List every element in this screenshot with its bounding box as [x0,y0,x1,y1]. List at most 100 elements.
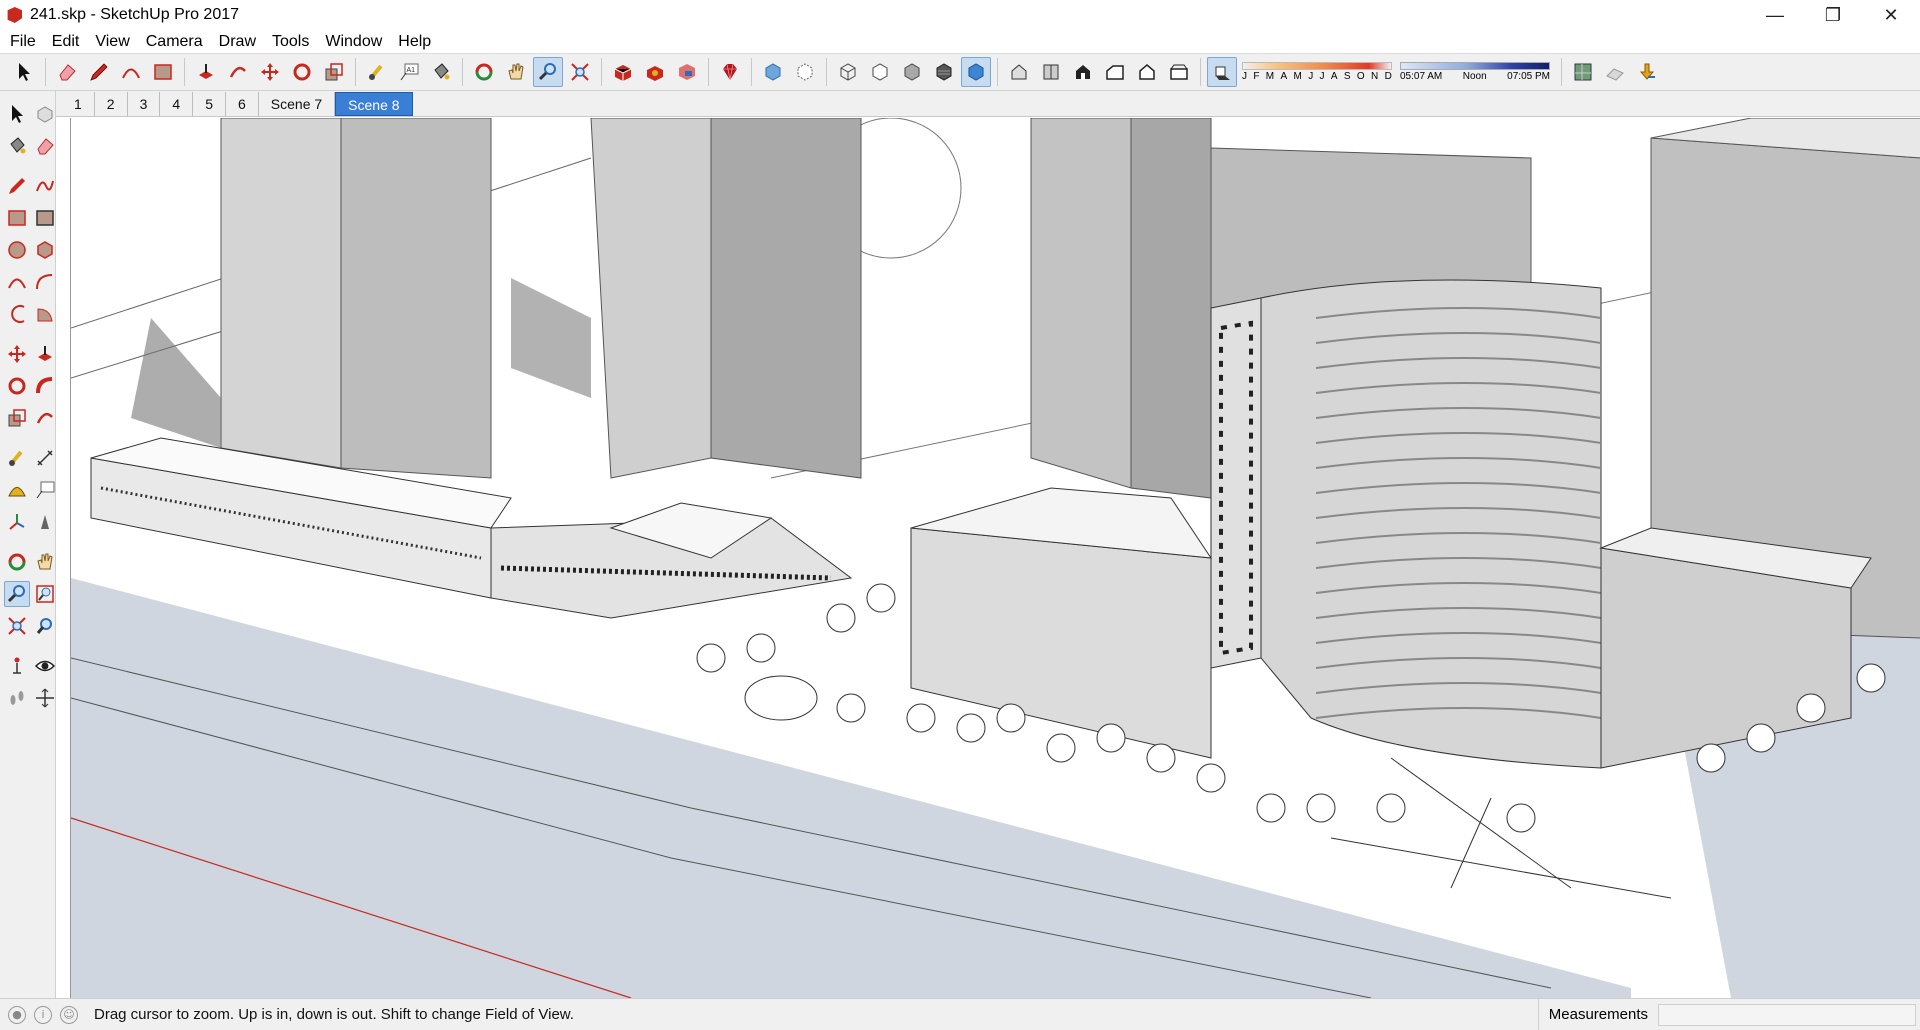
palette-line-button[interactable] [4,173,30,199]
palette-axes-button[interactable] [4,509,30,535]
geolocation-icon[interactable]: ● [8,1005,26,1024]
palette-text-button[interactable] [32,477,58,503]
top-view-button[interactable] [1036,57,1066,87]
palette-walk-button[interactable] [4,685,30,711]
menu-view[interactable]: View [87,30,137,53]
menu-camera[interactable]: Camera [138,30,211,53]
menu-draw[interactable]: Draw [211,30,264,53]
palette-protractor-button[interactable] [4,477,30,503]
menu-edit[interactable]: Edit [44,30,88,53]
back-edges-button[interactable] [790,57,820,87]
pan-tool-button[interactable] [501,57,531,87]
model-viewport[interactable] [70,118,1920,998]
palette-section-plane-button[interactable] [32,685,58,711]
eraser-tool-button[interactable] [52,57,82,87]
palette-position-camera-button[interactable] [4,653,30,679]
xray-button[interactable] [758,57,788,87]
palette-polygon-button[interactable] [32,237,58,263]
palette-move-button[interactable] [4,341,30,367]
menu-window[interactable]: Window [317,30,390,53]
restore-button[interactable]: ❐ [1804,0,1862,30]
right-view-button[interactable] [1100,57,1130,87]
palette-component-button[interactable] [32,101,58,127]
shadow-time-slider[interactable]: 05:07 AM Noon 07:05 PM [1400,57,1550,87]
palette-eraser-button[interactable] [32,133,58,159]
scale-tool-button[interactable] [319,57,349,87]
close-button[interactable]: ✕ [1862,0,1920,30]
palette-3point-arc-button[interactable] [4,301,30,327]
palette-3dtext-button[interactable] [32,509,58,535]
palette-select-button[interactable] [4,101,30,127]
shaded-button[interactable] [897,57,927,87]
menu-help[interactable]: Help [390,30,439,53]
palette-zoom-extents-button[interactable] [4,613,30,639]
hidden-line-button[interactable] [865,57,895,87]
warehouse-button[interactable] [608,57,638,87]
select-tool-button[interactable] [9,57,39,87]
push-pull-tool-button[interactable] [191,57,221,87]
scene-tab-6[interactable]: 6 [226,91,259,116]
rotate-tool-button[interactable] [287,57,317,87]
toggle-terrain-button[interactable] [1600,57,1630,87]
palette-freehand-button[interactable] [32,173,58,199]
credits-icon[interactable]: i [34,1005,52,1024]
shaded-textures-button[interactable] [929,57,959,87]
measurements-input[interactable] [1658,1004,1916,1026]
palette-2point-arc-button[interactable] [32,269,58,295]
back-view-button[interactable] [1132,57,1162,87]
palette-previous-view-button[interactable] [32,613,58,639]
palette-rectangle-button[interactable] [4,205,30,231]
palette-followme-button[interactable] [32,373,58,399]
palette-pan-button[interactable] [32,549,58,575]
shadows-toggle-button[interactable] [1207,57,1237,87]
scene-tab-7[interactable]: Scene 7 [259,91,336,116]
line-tool-button[interactable] [84,57,114,87]
palette-paint-button[interactable] [4,133,30,159]
extension-warehouse-button[interactable] [672,57,702,87]
tape-measure-tool-button[interactable] [362,57,392,87]
shadow-month-slider[interactable]: J F M A M J J A S O N D [1242,57,1392,87]
move-tool-button[interactable] [255,57,285,87]
palette-pushpull-button[interactable] [32,341,58,367]
add-location-button[interactable] [1568,57,1598,87]
scene-tab-8[interactable]: Scene 8 [335,91,413,116]
extension-manager-button[interactable] [715,57,745,87]
zoom-extents-button[interactable] [565,57,595,87]
iso-view-button[interactable] [1004,57,1034,87]
zoom-tool-button[interactable] [533,57,563,87]
palette-orbit-button[interactable] [4,549,30,575]
palette-scale-button[interactable] [4,405,30,431]
scene-tab-3[interactable]: 3 [128,91,161,116]
palette-offset-button[interactable] [32,405,58,431]
user-account-icon[interactable]: ☺ [60,1005,78,1024]
palette-circle-button[interactable] [4,237,30,263]
palette-look-around-button[interactable] [32,653,58,679]
share-model-button[interactable] [640,57,670,87]
palette-tape-button[interactable] [4,445,30,471]
arc-tool-button[interactable] [116,57,146,87]
menu-file[interactable]: File [2,30,44,53]
photo-textures-button[interactable] [1632,57,1662,87]
scene-tab-5[interactable]: 5 [193,91,226,116]
front-view-button[interactable] [1068,57,1098,87]
palette-arc-button[interactable] [4,269,30,295]
offset-tool-button[interactable] [223,57,253,87]
orbit-tool-button[interactable] [469,57,499,87]
palette-pie-button[interactable] [32,301,58,327]
paint-bucket-tool-button[interactable] [426,57,456,87]
menu-tools[interactable]: Tools [264,30,317,53]
palette-zoom-window-button[interactable] [32,581,58,607]
left-view-button[interactable] [1164,57,1194,87]
scene-tab-4[interactable]: 4 [160,91,194,116]
wireframe-button[interactable] [833,57,863,87]
monochrome-button[interactable] [961,57,991,87]
text-tool-button[interactable]: A1 [394,57,424,87]
palette-zoom-button[interactable] [4,581,30,607]
palette-rotate-button[interactable] [4,373,30,399]
rectangle-tool-button[interactable] [148,57,178,87]
scene-tab-1[interactable]: 1 [62,91,95,116]
palette-dimension-button[interactable] [32,445,58,471]
minimize-button[interactable]: — [1746,0,1804,30]
palette-rotated-rectangle-button[interactable] [32,205,58,231]
scene-tab-2[interactable]: 2 [95,91,128,116]
